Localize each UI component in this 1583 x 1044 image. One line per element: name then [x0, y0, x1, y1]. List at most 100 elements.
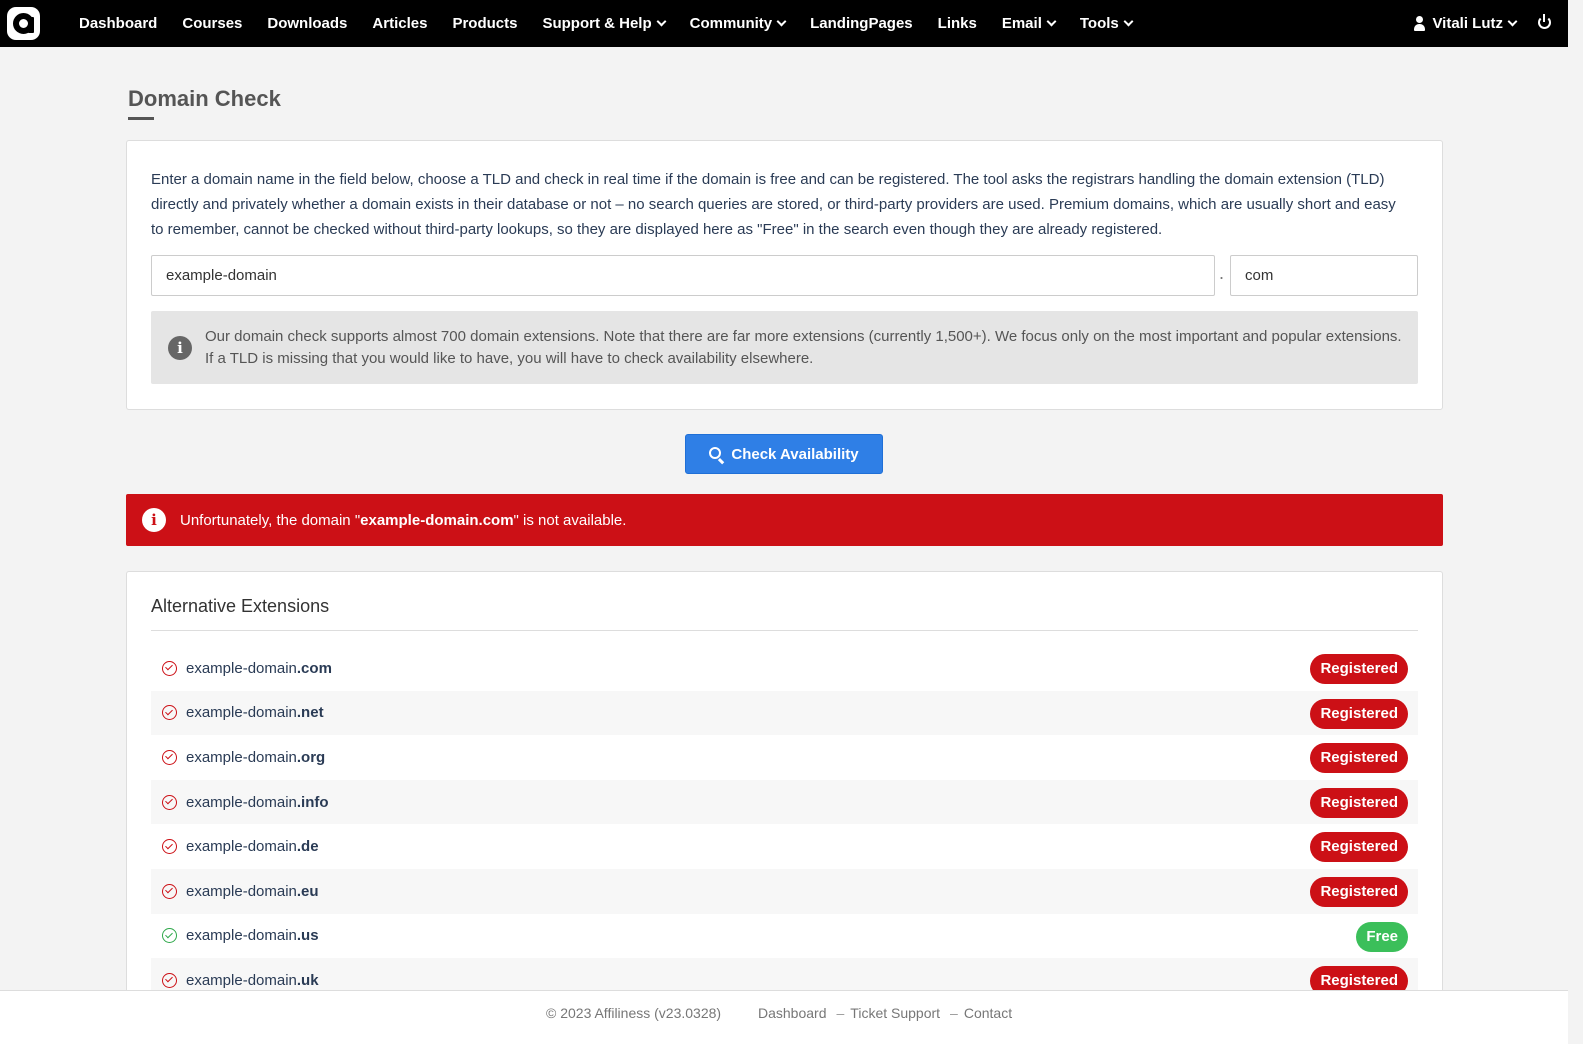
list-item: example-domain.us Free — [151, 914, 1418, 959]
footer-link-contact[interactable]: Contact — [964, 1005, 1012, 1021]
user-name: Vitali Lutz — [1432, 15, 1503, 32]
domain-name: example-domain.org — [186, 749, 325, 766]
domain-tld: .org — [296, 748, 326, 766]
domain-name: example-domain.uk — [186, 972, 319, 989]
extensions-list: example-domain.com Registered example-dom… — [151, 646, 1418, 1003]
nav-item[interactable]: Dashboard — [79, 15, 157, 32]
nav-item[interactable]: Downloads — [267, 15, 347, 32]
status-badge: Registered — [1310, 787, 1408, 818]
domain-base: example-domain — [186, 838, 297, 856]
chevron-down-icon — [656, 16, 667, 26]
status-badge: Registered — [1310, 876, 1408, 907]
domain-tld: .uk — [296, 971, 319, 989]
nav-item-label: Dashboard — [79, 15, 158, 32]
check-circle-icon — [162, 928, 177, 944]
domain-name: example-domain.info — [186, 794, 329, 811]
domain-name: example-domain.de — [186, 838, 319, 855]
status-badge: Registered — [1310, 832, 1408, 863]
check-circle-icon — [162, 972, 177, 988]
domain-tld: .net — [296, 704, 324, 722]
domain-name: example-domain.com — [186, 660, 332, 677]
domain-check-card: Enter a domain name in the field below, … — [126, 140, 1443, 410]
list-item: example-domain.com Registered — [151, 646, 1418, 691]
status-badge: Registered — [1310, 654, 1408, 684]
domain-name: example-domain.us — [186, 927, 319, 944]
chevron-down-icon — [1507, 16, 1518, 26]
list-item: example-domain.eu Registered — [151, 868, 1418, 914]
domain-tld: .us — [296, 927, 319, 945]
nav-item-dropdown[interactable]: Tools — [1079, 15, 1134, 32]
list-item: example-domain.org Registered — [151, 735, 1418, 780]
nav-item-label: Articles — [372, 15, 428, 32]
domain-input[interactable] — [151, 255, 1215, 296]
domain-tld: .info — [296, 793, 329, 811]
domain-tld: .com — [296, 659, 332, 677]
nav-item-dropdown[interactable]: Community — [689, 15, 787, 32]
main-nav: Dashboard Courses Downloads Articles Pro… — [79, 0, 1157, 47]
nav-item-label: Tools — [1079, 15, 1119, 32]
nav-item[interactable]: Products — [452, 15, 517, 32]
nav-item-label: Links — [937, 15, 977, 32]
domain-base: example-domain — [186, 927, 297, 945]
nav-item[interactable]: Articles — [372, 15, 427, 32]
info-icon: i — [168, 336, 192, 360]
nav-item[interactable]: LandingPages — [810, 15, 913, 32]
logo-stem — [28, 17, 34, 33]
alert-message: Unfortunately, the domain "example-domai… — [180, 512, 626, 529]
user-menu[interactable]: Vitali Lutz — [1414, 0, 1518, 47]
copyright: © 2023 Affiliness (v23.0328) — [546, 1005, 722, 1021]
check-circle-icon — [162, 883, 177, 899]
domain-tld: .de — [296, 838, 319, 856]
list-item: example-domain.info Registered — [151, 779, 1418, 825]
status-badge: Registered — [1310, 743, 1408, 774]
nav-item-label: Downloads — [267, 15, 348, 32]
check-availability-button[interactable]: Check Availability — [685, 434, 883, 474]
nav-item[interactable]: Links — [938, 15, 977, 32]
info-text: Our domain check supports almost 700 dom… — [205, 328, 1402, 367]
nav-item-label: Email — [1001, 15, 1042, 32]
footer-separator: – — [950, 1005, 958, 1021]
nav-item-dropdown[interactable]: Email — [1001, 15, 1057, 32]
brand-logo[interactable] — [7, 7, 40, 40]
domain-name: example-domain.net — [186, 704, 324, 721]
footer-separator: – — [836, 1005, 845, 1021]
intro-text: Enter a domain name in the field below, … — [151, 171, 1396, 238]
domain-base: example-domain — [186, 882, 297, 900]
footer-links: Dashboard – Ticket Support – Contact — [758, 1005, 1012, 1021]
nav-item-label: Support & Help — [542, 15, 652, 32]
page-title: Domain Check — [128, 86, 281, 111]
tld-input[interactable] — [1230, 255, 1418, 296]
domain-base: example-domain — [186, 704, 297, 722]
chevron-down-icon — [1123, 16, 1134, 26]
nav-item-label: Products — [452, 15, 518, 32]
status-badge: Free — [1356, 921, 1408, 952]
search-icon — [709, 446, 722, 459]
footer-link-ticket-support[interactable]: Ticket Support — [850, 1005, 940, 1021]
alert-domain: example-domain.com — [360, 511, 514, 529]
check-circle-icon — [162, 749, 177, 765]
check-circle-icon — [162, 660, 177, 676]
domain-base: example-domain — [186, 971, 297, 989]
top-navbar: Dashboard Courses Downloads Articles Pro… — [0, 0, 1568, 47]
nav-item-label: LandingPages — [810, 15, 913, 32]
footer-link-dashboard[interactable]: Dashboard — [758, 1005, 827, 1021]
info-box: i Our domain check supports almost 700 d… — [151, 311, 1418, 384]
domain-name: example-domain.eu — [186, 883, 319, 900]
section-title: Alternative Extensions — [151, 596, 330, 616]
divider — [151, 630, 1418, 631]
nav-item-dropdown[interactable]: Support & Help — [542, 15, 667, 32]
domain-base: example-domain — [186, 659, 297, 677]
footer: © 2023 Affiliness (v23.0328) Dashboard –… — [0, 990, 1568, 1044]
alert-prefix: Unfortunately, the domain " — [180, 511, 361, 529]
alternative-extensions-card: Alternative Extensions example-domain.co… — [126, 571, 1443, 1011]
info-icon: i — [142, 508, 166, 532]
status-badge: Registered — [1310, 698, 1408, 729]
chevron-down-icon — [776, 16, 787, 26]
user-icon — [1414, 16, 1426, 31]
nav-item[interactable]: Courses — [182, 15, 242, 32]
power-icon[interactable] — [1538, 14, 1551, 29]
nav-item-label: Community — [689, 15, 773, 32]
chevron-down-icon — [1046, 16, 1057, 26]
check-circle-icon — [162, 839, 177, 855]
check-circle-icon — [162, 705, 177, 721]
